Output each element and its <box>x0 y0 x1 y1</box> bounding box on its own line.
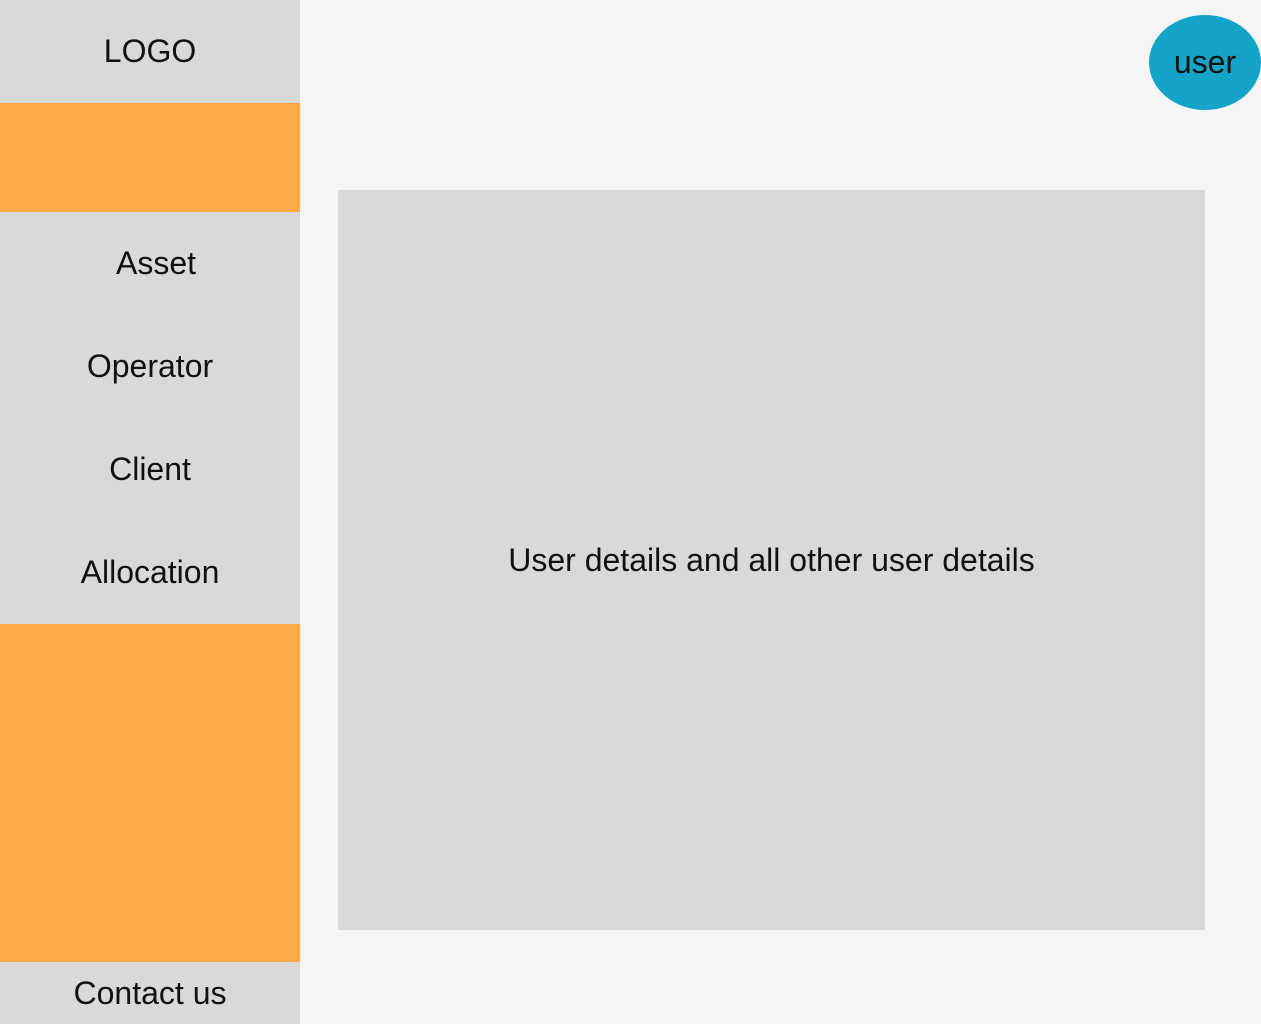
user-details-panel: User details and all other user details <box>338 190 1205 930</box>
logo: LOGO <box>103 33 197 69</box>
contact-us-link[interactable]: Contact us <box>0 962 300 1024</box>
sidebar-accent-block-bottom <box>0 624 300 962</box>
user-details-text: User details and all other user details <box>508 541 1035 578</box>
sidebar-item-client[interactable]: Client <box>0 418 300 521</box>
sidebar-item-label: Allocation <box>80 554 220 590</box>
sidebar-item-label: Operator <box>86 348 214 384</box>
sidebar-item-allocation[interactable]: Allocation <box>0 521 300 624</box>
sidebar-item-label: Client <box>109 451 191 487</box>
sidebar: LOGO Asset Operator Client Allocation Co… <box>0 0 300 1024</box>
sidebar-item-label: Asset <box>115 245 197 281</box>
user-avatar-label: user <box>1173 44 1237 80</box>
sidebar-item-operator[interactable]: Operator <box>0 315 300 418</box>
user-avatar[interactable]: user <box>1149 15 1261 110</box>
sidebar-accent-block-top <box>0 103 300 212</box>
sidebar-item-asset[interactable]: Asset <box>0 212 300 315</box>
